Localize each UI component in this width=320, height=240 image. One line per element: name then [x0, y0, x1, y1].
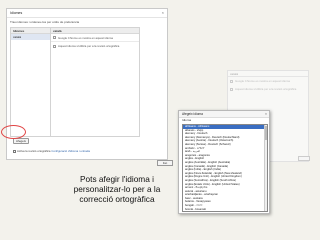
checkbox-icon[interactable] [13, 149, 16, 153]
background-button [298, 156, 310, 161]
input-settings-link[interactable]: Configuració d'idioma i entrada [51, 149, 89, 153]
display-language-option[interactable]: Google Chrome es mostra en aquest idioma [51, 34, 139, 42]
listbox-scrollbar[interactable] [264, 125, 267, 211]
spellcheck-toggle-label: Activa la revisió ortogràfica [17, 149, 51, 153]
background-panel-option: Aquest idioma s'utilitza per a la revisi… [228, 85, 308, 93]
add-language-dialog: Afegeix idioma × Idioma afrikaans - Afri… [178, 110, 270, 214]
language-option[interactable]: bretó - brezhoneg [183, 211, 267, 212]
language-list: Idiomes català [11, 28, 51, 136]
checkbox-icon[interactable] [53, 44, 56, 48]
spellcheck-toggle-row[interactable]: Activa la revisió ortogràfica Configurac… [13, 149, 90, 153]
background-panel-option-label: Aquest idioma s'utilitza per a la revisi… [235, 87, 297, 91]
close-icon[interactable]: × [162, 9, 164, 17]
slide-caption: Pots afegir l'idioma i personalitzar-lo … [73, 174, 161, 204]
checkbox-icon [230, 87, 233, 91]
background-panel-option-label: Google Chrome es mostra en aquest idioma [235, 79, 290, 83]
close-icon[interactable]: × [265, 111, 267, 118]
highlight-circle [1, 125, 26, 139]
languages-dialog: Idiomes × Trieu idiomes i ordeneu-los pe… [6, 8, 173, 166]
add-language-dialog-titlebar: Afegeix idioma × [179, 111, 269, 118]
display-language-option-label: Google Chrome es mostra en aquest idioma [58, 35, 113, 40]
done-button[interactable]: Fet [157, 160, 173, 166]
language-listbox[interactable]: afrikaans - Afrikaans albanès - shqip alem… [182, 124, 268, 212]
checkbox-icon [230, 79, 233, 83]
languages-dialog-title: Idiomes [10, 11, 23, 15]
language-select-label: Idioma [182, 118, 192, 122]
checkbox-icon[interactable] [53, 36, 56, 39]
languages-dialog-description: Trieu idiomes i ordeneu-los per ordre de… [10, 20, 80, 24]
add-language-dialog-title: Afegeix idioma [182, 112, 203, 116]
language-list-item-catala[interactable]: català [11, 34, 50, 40]
languages-dialog-titlebar: Idiomes × [7, 9, 167, 18]
spellcheck-language-option[interactable]: Aquest idioma s'utilitza per a la revisi… [51, 42, 139, 50]
spellcheck-language-option-label: Aquest idioma s'utilitza per a la revisi… [58, 44, 120, 48]
language-detail: català Google Chrome es mostra en aquest… [51, 28, 139, 136]
background-panel-option: Google Chrome es mostra en aquest idioma [228, 77, 308, 85]
scrollbar-thumb[interactable] [264, 126, 267, 140]
languages-panel: Idiomes català català Google Chrome es m… [10, 27, 140, 137]
